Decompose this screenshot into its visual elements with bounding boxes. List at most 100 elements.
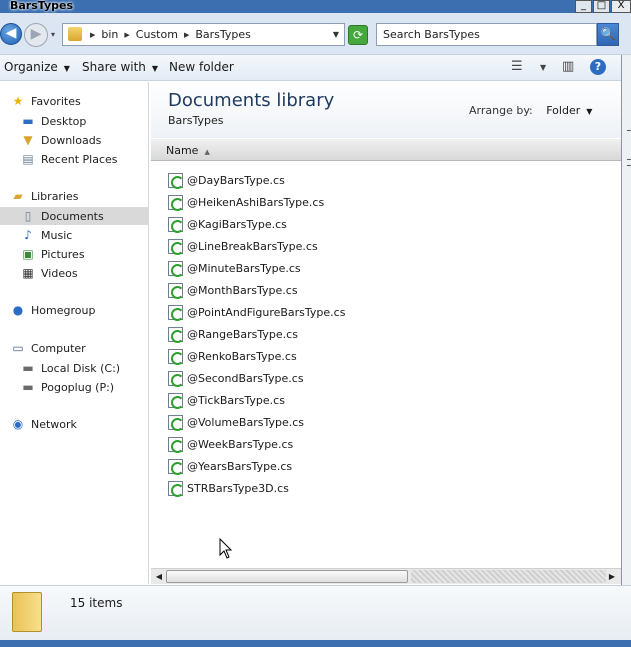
breadcrumb-bin[interactable]: bin	[101, 28, 118, 41]
horizontal-scrollbar[interactable]: ◀ ▶	[151, 568, 621, 584]
maximize-button[interactable]: □	[593, 0, 610, 13]
list-item[interactable]: @HeikenAshiBarsType.cs	[168, 192, 324, 212]
list-item[interactable]: @MonthBarsType.cs	[168, 280, 298, 300]
sidebar-group-network[interactable]: ◉ Network	[10, 417, 77, 431]
sidebar-group-libraries[interactable]: ▰ Libraries	[10, 189, 78, 203]
file-name: @HeikenAshiBarsType.cs	[187, 195, 325, 209]
sidebar-item-local-disk[interactable]: ▬ Local Disk (C:)	[20, 359, 148, 377]
scrollbar-track[interactable]	[411, 570, 606, 583]
column-header-row: Name ▲	[151, 139, 621, 161]
file-name: @RangeBarsType.cs	[187, 327, 298, 341]
sidebar-item-label: Recent Places	[41, 152, 118, 166]
list-item[interactable]: @WeekBarsType.cs	[168, 434, 293, 454]
list-item[interactable]: @DayBarsType.cs	[168, 170, 285, 190]
arrange-by-dropdown[interactable]: Folder ▼	[546, 104, 592, 117]
list-item[interactable]: @MinuteBarsType.cs	[168, 258, 301, 278]
sidebar-item-downloads[interactable]: ▼ Downloads	[20, 131, 148, 149]
folder-icon	[68, 27, 82, 41]
sidebar-item-label: Pictures	[41, 247, 85, 261]
arrange-by-value: Folder	[546, 104, 581, 117]
list-item[interactable]: @KagiBarsType.cs	[168, 214, 287, 234]
chevron-right-icon[interactable]: ▶	[124, 31, 129, 39]
chevron-right-icon[interactable]: ▶	[184, 31, 189, 39]
library-header: Documents library BarsTypes Arrange by: …	[151, 82, 621, 138]
file-name: @PointAndFigureBarsType.cs	[187, 305, 346, 319]
scroll-left-icon[interactable]: ◀	[153, 571, 165, 583]
sidebar-item-desktop[interactable]: ▬ Desktop	[20, 112, 148, 130]
organize-button[interactable]: Organize ▼	[4, 60, 70, 74]
file-name: @MonthBarsType.cs	[187, 283, 298, 297]
chevron-down-icon[interactable]: ▼	[333, 30, 339, 39]
breadcrumb-barstypes[interactable]: BarsTypes	[195, 28, 251, 41]
list-item[interactable]: STRBarsType3D.cs	[168, 478, 289, 498]
sort-ascending-icon: ▲	[204, 148, 210, 156]
chevron-down-icon: ▼	[586, 107, 593, 116]
preview-pane-icon[interactable]: ▥	[562, 59, 574, 74]
file-name: @YearsBarsType.cs	[187, 459, 293, 473]
help-icon[interactable]: ?	[590, 59, 606, 75]
sidebar-group-homegroup[interactable]: ● Homegroup	[10, 303, 96, 317]
search-input[interactable]: Search BarsTypes	[376, 23, 597, 46]
documents-icon: ▯	[24, 209, 32, 223]
share-with-button[interactable]: Share with ▼	[82, 60, 158, 74]
chevron-right-icon[interactable]: ▶	[90, 31, 95, 39]
file-name: @VolumeBarsType.cs	[187, 415, 304, 429]
list-item[interactable]: @TickBarsType.cs	[168, 390, 285, 410]
arrange-by: Arrange by: Folder ▼	[469, 104, 592, 117]
network-icon: ◉	[12, 417, 24, 431]
search-icon[interactable]: 🔍	[597, 23, 619, 46]
file-name: @KagiBarsType.cs	[187, 217, 287, 231]
list-item[interactable]: @YearsBarsType.cs	[168, 456, 292, 476]
edge-tick	[627, 165, 631, 166]
file-name: @SecondBarsType.cs	[187, 371, 304, 385]
sidebar-item-pictures[interactable]: ▣ Pictures	[20, 245, 148, 263]
breadcrumb-custom[interactable]: Custom	[136, 28, 178, 41]
sidebar-item-videos[interactable]: ▦ Videos	[20, 264, 148, 282]
library-subtitle[interactable]: BarsTypes	[168, 114, 224, 127]
close-button[interactable]: X	[611, 0, 631, 13]
library-title: Documents library	[168, 90, 335, 111]
list-item[interactable]: @VolumeBarsType.cs	[168, 412, 304, 432]
sidebar-item-label: Videos	[41, 266, 78, 280]
list-item[interactable]: @RenkoBarsType.cs	[168, 346, 297, 366]
forward-button[interactable]: ▶	[24, 23, 48, 47]
sidebar-group-computer[interactable]: ▭ Computer	[10, 341, 85, 355]
chevron-down-icon[interactable]: ▼	[540, 63, 546, 72]
window-frame-bottom	[0, 640, 631, 647]
star-icon: ★	[12, 94, 24, 108]
back-button[interactable]: ◀	[0, 23, 22, 45]
recent-places-icon: ▤	[22, 152, 34, 166]
recent-pages-dropdown[interactable]: ▾	[51, 30, 55, 39]
file-name: @MinuteBarsType.cs	[187, 261, 301, 275]
sidebar-item-label: Desktop	[41, 114, 87, 128]
favorites-label: Favorites	[31, 94, 81, 108]
sidebar-item-documents[interactable]: ▯ Documents	[0, 207, 149, 225]
scrollbar-thumb[interactable]	[166, 570, 408, 583]
downloads-icon: ▼	[23, 133, 33, 147]
minimize-button[interactable]: _	[575, 0, 592, 13]
list-item[interactable]: @SecondBarsType.cs	[168, 368, 304, 388]
homegroup-label: Homegroup	[31, 303, 96, 317]
list-item[interactable]: @PointAndFigureBarsType.cs	[168, 302, 345, 322]
folder-icon	[12, 592, 42, 632]
sidebar-item-label: Music	[41, 228, 73, 242]
list-item[interactable]: @RangeBarsType.cs	[168, 324, 298, 344]
sidebar-item-pogoplug[interactable]: ▬ Pogoplug (P:)	[20, 378, 148, 396]
caption-buttons: _ □ X	[574, 0, 631, 13]
sidebar-group-favorites[interactable]: ★ Favorites	[10, 94, 81, 108]
csharp-file-icon	[168, 370, 184, 387]
refresh-button[interactable]: ⟳	[348, 25, 368, 45]
column-header-name[interactable]: Name ▲	[166, 144, 210, 157]
arrange-by-label: Arrange by:	[469, 104, 533, 117]
view-options-icon[interactable]: ☰	[511, 59, 523, 74]
title-bar: BarsTypes _ □ X	[0, 0, 631, 13]
scroll-right-icon[interactable]: ▶	[606, 571, 618, 583]
sidebar-item-label: Local Disk (C:)	[41, 361, 121, 375]
column-header-label: Name	[166, 144, 199, 157]
file-name: @LineBreakBarsType.cs	[187, 239, 318, 253]
address-bar[interactable]: ▶ bin ▶ Custom ▶ BarsTypes ▼	[62, 23, 345, 46]
sidebar-item-music[interactable]: ♪ Music	[20, 226, 148, 244]
list-item[interactable]: @LineBreakBarsType.cs	[168, 236, 318, 256]
sidebar-item-recent-places[interactable]: ▤ Recent Places	[20, 150, 148, 168]
new-folder-button[interactable]: New folder	[169, 60, 234, 74]
